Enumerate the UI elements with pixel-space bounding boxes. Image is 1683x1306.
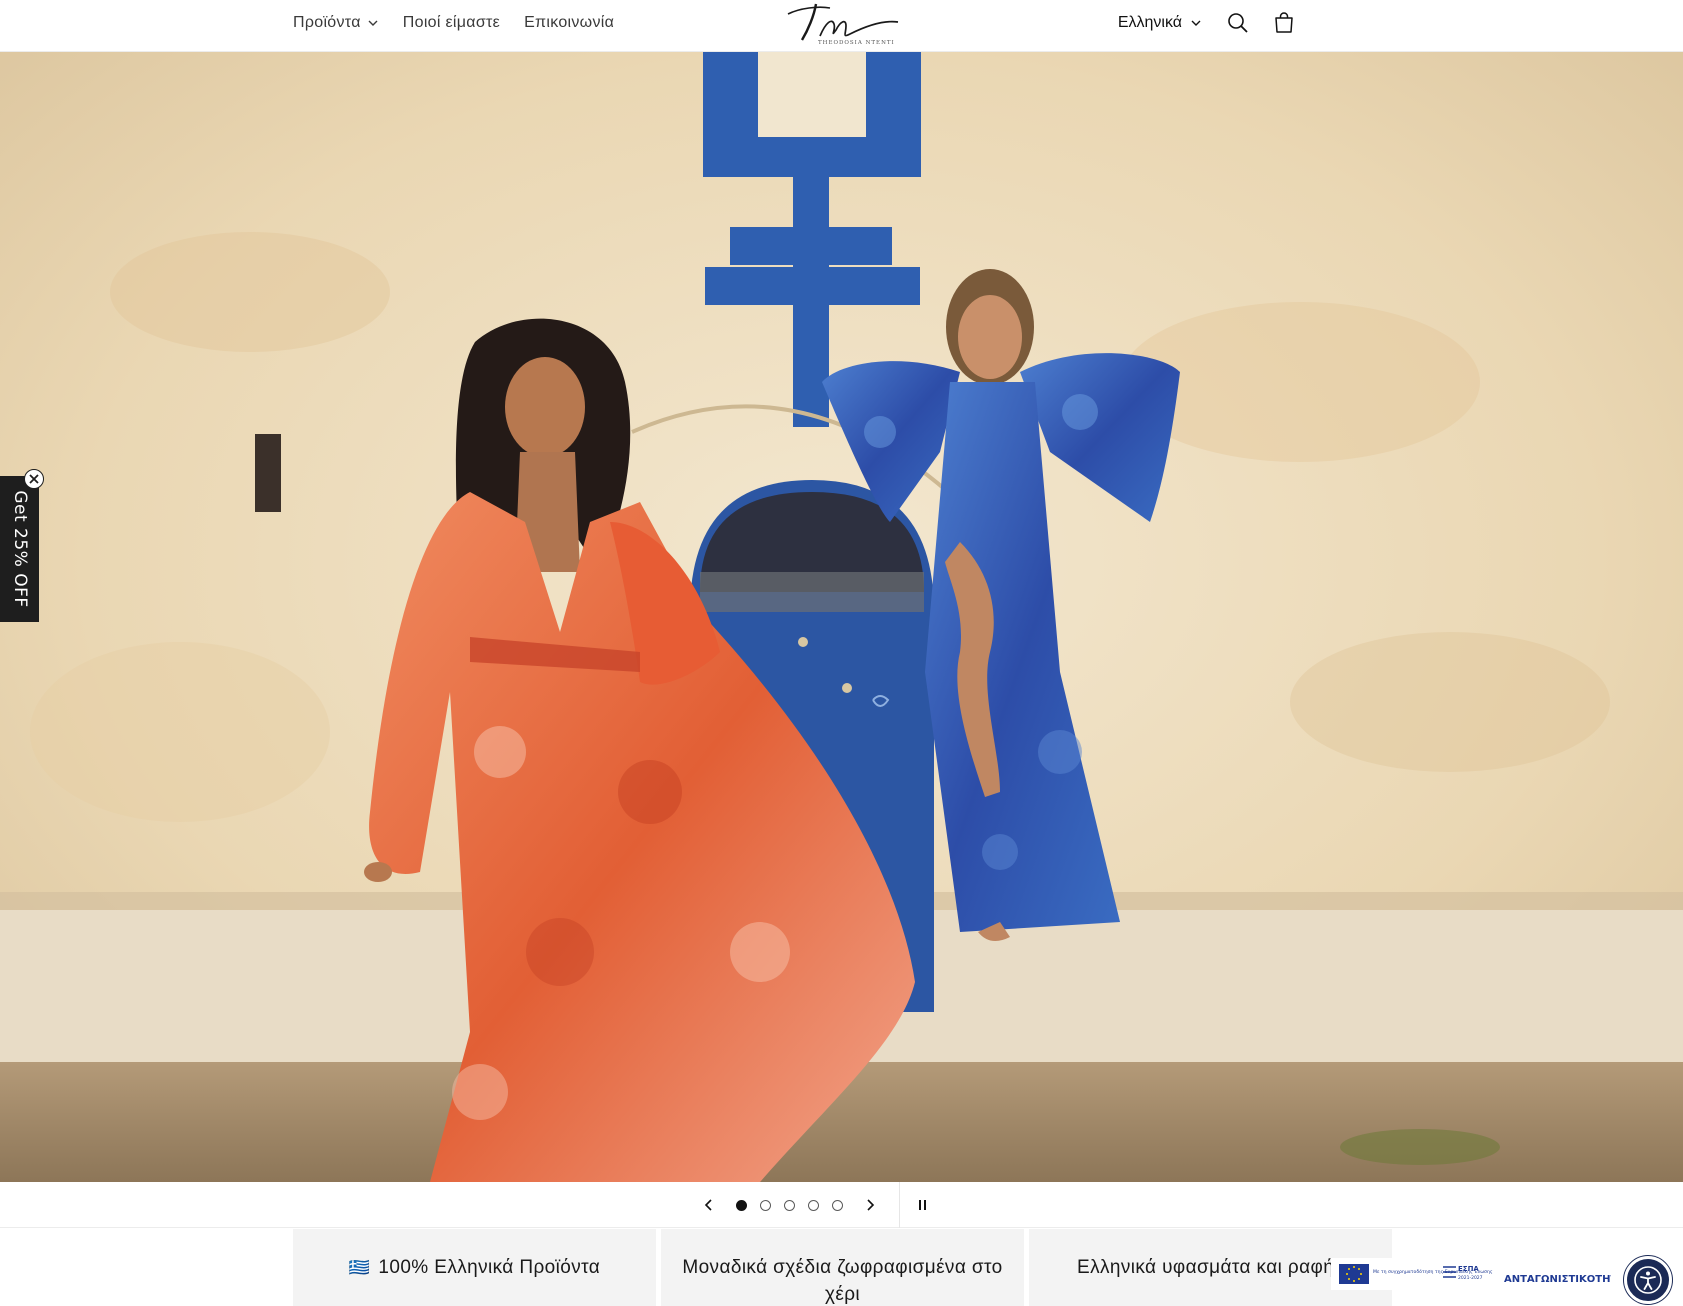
nav-item-about[interactable]: Ποιοί είμαστε <box>403 14 500 32</box>
feature-greek-products-text: 100% Ελληνικά Προϊόντα <box>378 1257 601 1278</box>
program-label: ΑΝΤΑΓΩΝΙΣΤΙΚΟΤΗΤΑ <box>1504 1274 1611 1285</box>
nav-item-contact-label: Επικοινωνία <box>524 14 615 31</box>
close-icon <box>29 474 39 484</box>
feature-greek-products: 🇬🇷 100% Ελληνικά Προϊόντα <box>293 1229 656 1306</box>
pause-icon-bar-left <box>918 1200 921 1210</box>
brand-logo-mark: THEODOSIA NTENTI <box>787 3 899 46</box>
promo-label: Get 25% OFF <box>9 490 30 608</box>
pause-slideshow-button[interactable] <box>900 1182 944 1228</box>
espa-stripes-icon <box>1443 1266 1456 1278</box>
hero-slideshow[interactable] <box>0 52 1683 1182</box>
previous-slide-button[interactable] <box>690 1182 728 1228</box>
chevron-left-icon <box>704 1199 712 1211</box>
greek-flag-icon: 🇬🇷 <box>348 1258 371 1277</box>
nav-item-about-label: Ποιοί είμαστε <box>402 14 501 31</box>
slide-dot-5[interactable] <box>832 1199 843 1211</box>
hero-image <box>0 52 1683 1182</box>
site-header: Προϊόντα Ποιοί είμαστε Επικοινωνία THEOD… <box>0 0 1683 52</box>
espa-label: ΕΣΠΑ <box>1458 1265 1479 1273</box>
header-tools: Ελληνικά <box>1118 0 1298 46</box>
search-icon <box>1228 13 1248 33</box>
brand-logo-subtext: THEODOSIA NTENTI <box>818 40 895 46</box>
slide-dot-2[interactable] <box>760 1199 771 1211</box>
brand-logo[interactable]: THEODOSIA NTENTI <box>780 0 904 48</box>
search-button[interactable] <box>1224 9 1252 37</box>
feature-hand-painted-text: Μοναδικά σχέδια ζωφραφισμένα στο χέρι <box>682 1257 1003 1305</box>
promo-side-tab[interactable]: Get 25% OFF <box>0 476 39 622</box>
accessibility-button[interactable] <box>1624 1256 1672 1304</box>
language-label: Ελληνικά <box>1117 14 1182 31</box>
slideshow-controls <box>0 1182 1683 1228</box>
slideshow-controls-row <box>690 1182 944 1228</box>
nav-item-products-label: Προϊόντα <box>293 14 361 31</box>
nav-item-products[interactable]: Προϊόντα <box>293 14 379 32</box>
cart-button[interactable] <box>1270 9 1298 37</box>
cart-icon <box>1275 12 1293 33</box>
slide-dot-3[interactable] <box>784 1199 795 1211</box>
nav-item-contact[interactable]: Επικοινωνία <box>524 14 614 32</box>
slide-dot-4[interactable] <box>808 1199 819 1211</box>
chevron-down-icon <box>1191 20 1201 26</box>
slide-dot-1[interactable] <box>736 1199 747 1211</box>
language-selector[interactable]: Ελληνικά <box>1118 14 1202 32</box>
feature-highlights: 🇬🇷 100% Ελληνικά Προϊόντα Μοναδικά σχέδι… <box>293 1229 1393 1306</box>
accessibility-icon <box>1634 1266 1662 1294</box>
feature-hand-painted: Μοναδικά σχέδια ζωφραφισμένα στο χέρι <box>661 1229 1024 1306</box>
promo-close-button[interactable] <box>24 469 44 489</box>
next-slide-button[interactable] <box>851 1182 889 1228</box>
pause-icon-bar-right <box>923 1200 926 1210</box>
feature-greek-fabrics-text: Ελληνικά υφασμάτα και ραφή <box>1077 1257 1335 1278</box>
espa-funding-banner[interactable]: Με τη συγχρηματοδότηση της Ευρωπαϊκής Έν… <box>1331 1258 1611 1290</box>
espa-banner-graphic: Με τη συγχρηματοδότηση της Ευρωπαϊκής Έν… <box>1339 1264 1611 1285</box>
espa-years: 2021-2027 <box>1458 1275 1483 1281</box>
main-nav: Προϊόντα Ποιοί είμαστε Επικοινωνία <box>293 0 614 46</box>
chevron-right-icon <box>867 1199 875 1211</box>
chevron-down-icon <box>368 20 378 26</box>
slide-dots <box>728 1199 851 1211</box>
